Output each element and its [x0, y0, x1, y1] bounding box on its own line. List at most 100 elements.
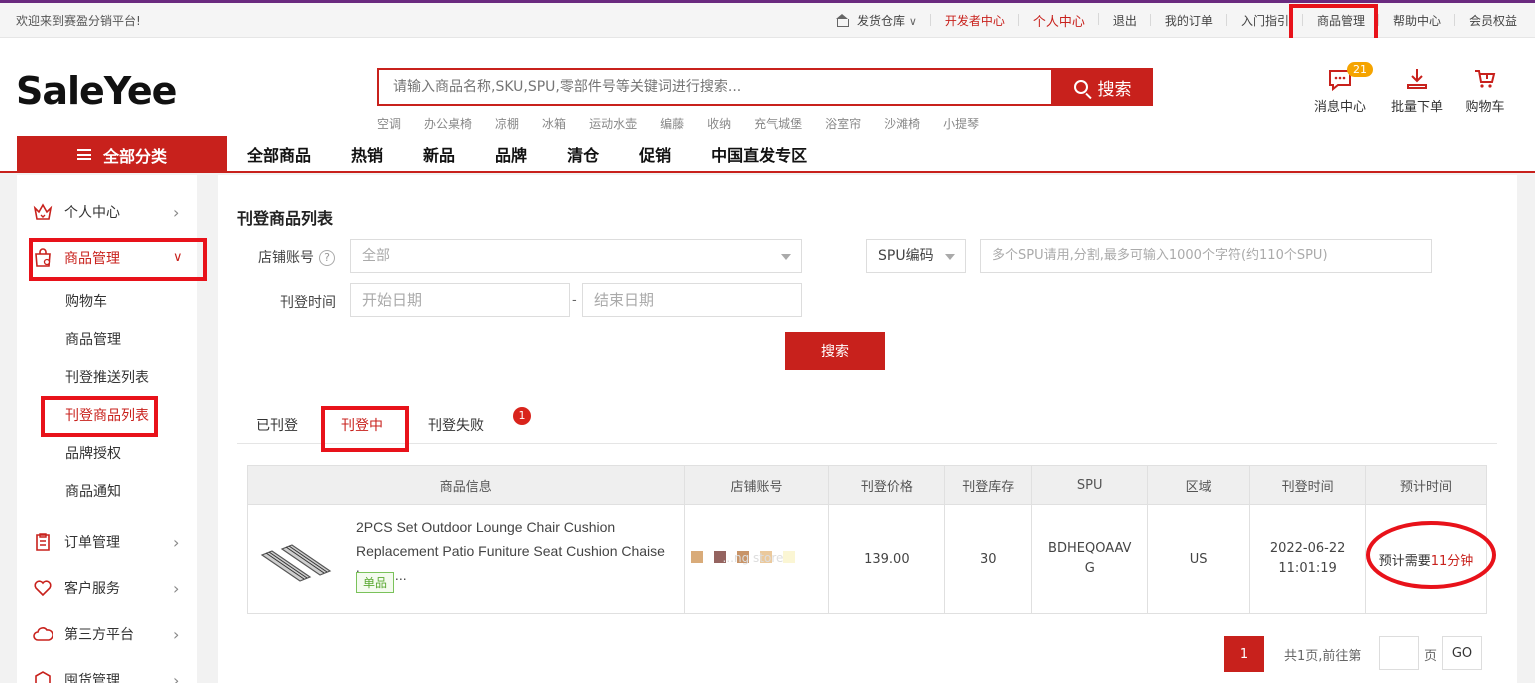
spu-cell: BDHEQOAAVG	[1031, 504, 1149, 614]
tab-listed[interactable]: 已刊登	[256, 415, 298, 435]
cloud-icon	[33, 627, 53, 641]
welcome-text: 欢迎来到赛盈分销平台!	[16, 14, 141, 28]
store-cell: ...ng store	[683, 504, 830, 614]
search-button[interactable]: 搜索	[1052, 68, 1153, 106]
all-categories-button[interactable]: 全部分类	[17, 136, 227, 173]
hot-word[interactable]: 运动水壶	[589, 115, 637, 132]
hot-word[interactable]: 冰箱	[542, 115, 566, 132]
help-center-link[interactable]: 帮助中心	[1379, 12, 1455, 29]
download-icon	[1407, 69, 1427, 89]
top-bar: 欢迎来到赛盈分销平台! 发货仓库 ∨ 开发者中心 个人中心 退出 我的订单 入门…	[0, 3, 1535, 38]
store-account-select[interactable]: 全部	[350, 239, 802, 273]
nav-new[interactable]: 新品	[423, 142, 455, 166]
box-icon	[35, 671, 51, 683]
product-management-link[interactable]: 商品管理	[1303, 12, 1379, 29]
nav-hot[interactable]: 热销	[351, 142, 383, 166]
hot-word[interactable]: 收纳	[707, 115, 731, 132]
sidebar-item-orders[interactable]: 订单管理 ›	[17, 527, 197, 557]
product-thumbnail[interactable]	[260, 541, 342, 583]
cart[interactable]: 购物车	[1450, 64, 1520, 115]
col-store: 店铺账号	[683, 465, 830, 505]
menu-icon	[76, 149, 91, 160]
developer-center-link[interactable]: 开发者中心	[931, 12, 1019, 29]
member-benefits-link[interactable]: 会员权益	[1455, 12, 1535, 29]
chevron-right-icon: ›	[173, 202, 180, 222]
page-jump-input[interactable]	[1379, 636, 1419, 670]
top-nav: 发货仓库 ∨ 开发者中心 个人中心 退出 我的订单 入门指引 商品管理 帮助中心…	[821, 3, 1535, 38]
logout-link[interactable]: 退出	[1099, 12, 1151, 29]
caret-down-icon	[945, 254, 955, 260]
page-1-button[interactable]: 1	[1224, 636, 1264, 672]
sidebar-item-personal[interactable]: 个人中心 ›	[17, 197, 197, 227]
go-button[interactable]: GO	[1442, 636, 1482, 670]
highlight-circle-estimated-time	[1366, 521, 1496, 589]
nav-all-products[interactable]: 全部商品	[247, 142, 311, 166]
nav-clearance[interactable]: 清仓	[567, 142, 599, 166]
stock-cell: 30	[944, 504, 1033, 614]
sidebar-sub-brand-auth[interactable]: 品牌授权	[65, 443, 121, 463]
hot-word[interactable]: 编藤	[660, 115, 684, 132]
hot-word[interactable]: 凉棚	[495, 115, 519, 132]
sidebar-sub-cart[interactable]: 购物车	[65, 291, 107, 311]
sidebar-item-customer-service[interactable]: 客户服务 ›	[17, 573, 197, 603]
search-icon	[1073, 80, 1088, 94]
tab-failed[interactable]: 刊登失败	[428, 415, 484, 435]
table-row: 2PCS Set Outdoor Lounge Chair Cushion Re…	[247, 504, 1487, 614]
hot-words: 空调 办公桌椅 凉棚 冰箱 运动水壶 编藤 收纳 充气城堡 浴室帘 沙滩椅 小提…	[377, 115, 1002, 132]
product-info-cell: 2PCS Set Outdoor Lounge Chair Cushion Re…	[247, 504, 685, 614]
status-tabs: 已刊登 刊登中 刊登失败 1	[237, 407, 1497, 444]
region-cell: US	[1147, 504, 1251, 614]
personal-center-link[interactable]: 个人中心	[1019, 11, 1099, 30]
col-spu: SPU	[1031, 465, 1149, 505]
hot-word[interactable]: 办公桌椅	[424, 115, 472, 132]
filter-search-button[interactable]: 搜索	[785, 332, 885, 370]
search-box	[377, 68, 1053, 106]
hot-word[interactable]: 小提琴	[943, 115, 979, 132]
crown-icon	[33, 203, 53, 220]
getting-started-link[interactable]: 入门指引	[1227, 12, 1303, 29]
pager-total-text: 共1页,前往第	[1284, 649, 1362, 664]
product-name[interactable]: 2PCS Set Outdoor Lounge Chair Cushion Re…	[356, 515, 676, 587]
nav-promotion[interactable]: 促销	[639, 142, 671, 166]
warehouse-icon	[835, 14, 849, 27]
chevron-right-icon: ›	[173, 578, 180, 598]
sidebar-sub-push-list[interactable]: 刊登推送列表	[65, 367, 149, 387]
sidebar-item-product-mgmt[interactable]: 商品管理 ∨	[17, 243, 197, 273]
store-name: ...ng store	[722, 551, 784, 565]
hot-word[interactable]: 浴室帘	[825, 115, 861, 132]
nav-brand[interactable]: 品牌	[495, 142, 527, 166]
warehouse-select[interactable]: 发货仓库 ∨	[821, 12, 931, 29]
page-title: 刊登商品列表	[237, 209, 334, 228]
sidebar-item-third-party[interactable]: 第三方平台 ›	[17, 619, 197, 649]
main-content: 刊登商品列表 店铺账号? 全部 SPU编码 多个SPU请用,分割,最多可输入10…	[218, 175, 1517, 683]
bulk-order[interactable]: 批量下单	[1382, 64, 1452, 115]
main-nav: 全部分类 全部商品 热销 新品 品牌 清仓 促销 中国直发专区	[0, 134, 1535, 173]
nav-china-direct[interactable]: 中国直发专区	[711, 142, 807, 166]
sidebar-sub-product-mgmt[interactable]: 商品管理	[65, 329, 121, 349]
my-orders-link[interactable]: 我的订单	[1151, 12, 1227, 29]
sidebar-sub-product-notice[interactable]: 商品通知	[65, 481, 121, 501]
message-badge: 21	[1347, 62, 1373, 77]
heart-icon	[34, 580, 52, 597]
hot-word[interactable]: 充气城堡	[754, 115, 802, 132]
message-center[interactable]: 21 消息中心	[1305, 62, 1375, 115]
listing-table: 商品信息 店铺账号 刊登价格 刊登库存 SPU 区域 刊登时间 预计时间 2PC…	[247, 465, 1487, 614]
caret-down-icon	[781, 254, 791, 260]
hot-word[interactable]: 空调	[377, 115, 401, 132]
end-date-input[interactable]: 结束日期	[582, 283, 802, 317]
store-account-label: 店铺账号?	[258, 247, 335, 267]
date-separator: -	[572, 293, 577, 308]
question-icon[interactable]: ?	[319, 250, 335, 266]
sidebar-item-stock[interactable]: 囤货管理 ›	[17, 665, 197, 683]
hot-word[interactable]: 沙滩椅	[884, 115, 920, 132]
spu-input[interactable]: 多个SPU请用,分割,最多可输入1000个字符(约110个SPU)	[980, 239, 1432, 273]
col-price: 刊登价格	[828, 465, 946, 505]
tab-listing[interactable]: 刊登中	[341, 415, 383, 435]
search-input[interactable]	[379, 70, 1051, 104]
start-date-input[interactable]: 开始日期	[350, 283, 570, 317]
price-cell: 139.00	[828, 504, 946, 614]
sidebar-sub-listing-list[interactable]: 刊登商品列表	[65, 405, 149, 425]
spu-type-select[interactable]: SPU编码	[866, 239, 966, 273]
col-region: 区域	[1147, 465, 1251, 505]
saleyee-logo[interactable]: SaleYee	[16, 69, 177, 113]
